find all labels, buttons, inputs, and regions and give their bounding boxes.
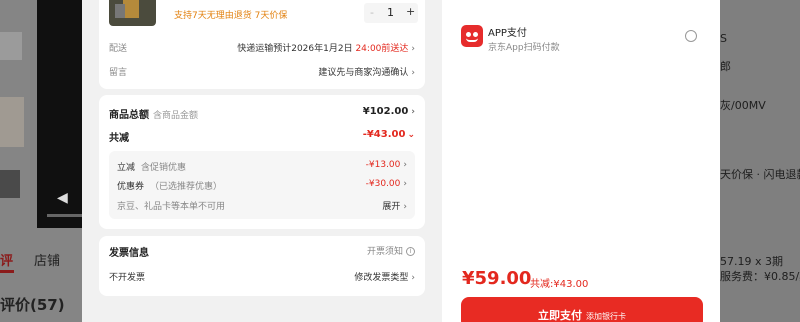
delivery-row[interactable]: 快递运输预计2026年1月2日 24:00前送达 › [237,41,415,54]
delivery-deadline: 24:00前送达 [355,44,409,54]
invoice-card: 发票信息 开票须知 i 不开发票 修改发票类型 › [99,236,425,296]
product-card: 支持7天无理由退货 7天价保 - 1 + 配送 快递运输预计2026年1月2日 … [99,0,425,89]
background-video: ◀ [37,0,82,228]
decrease-button[interactable]: - [370,6,374,19]
total-saved: 共减:¥43.00 [530,279,589,290]
coupon-sub: （已选推荐优惠） [150,182,223,192]
coupon-label: 优惠券 （已选推荐优惠） [117,179,222,192]
video-progress [47,214,82,217]
jd-app-icon [461,25,483,47]
order-sheet: 支持7天无理由退货 7天价保 - 1 + 配送 快递运输预计2026年1月2日 … [82,0,442,322]
chevron-right-icon: › [411,44,415,54]
payment-method-radio[interactable] [685,30,697,42]
tab-underline [0,270,14,273]
icon-shape [473,32,478,37]
coupon-title: 优惠券 [117,182,145,192]
modify-invoice-label: 修改发票类型 [354,273,409,283]
goods-total-label: 商品总额 含商品金额 [109,106,198,121]
unavailable-note: 京豆、礼品卡等本单不可用 [117,202,226,212]
coupon-value: -¥30.00 [365,179,401,189]
delivery-estimate: 快递运输预计2026年1月2日 [237,44,353,54]
product-thumbnail[interactable] [109,0,156,26]
instant-discount-label: 立减 含促销优惠 [117,160,186,173]
icon-shape [466,38,478,42]
payment-sheet: APP支付 京东App扫码付款 ¥59.00 共减:¥43.00 立即支付 添加银… [442,0,720,322]
info-icon: i [406,247,415,256]
instant-title: 立减 [117,163,136,173]
instant-value: -¥13.00 [365,160,401,170]
modify-invoice-button[interactable]: 修改发票类型 › [354,270,415,283]
background-text: 郎 [720,60,731,73]
chevron-right-icon: › [411,273,415,283]
delivery-label: 配送 [109,44,128,54]
total-price: ¥59.00 [462,268,532,289]
quantity-stepper: - 1 + [364,3,418,23]
message-label: 留言 [109,68,128,78]
discount-total-label: 共减 [109,133,129,144]
payment-method-sub: 京东App扫码付款 [488,43,560,53]
increase-button[interactable]: + [406,5,415,18]
pay-now-button[interactable]: 立即支付 添加银行卡 [461,297,703,322]
background-right: S 郎 灰/00MV 天价保 · 闪电退款 57.19 x 3期 服务费：¥0.… [720,0,800,322]
coupon-row[interactable]: -¥30.00 › [366,179,407,189]
pay-now-label: 立即支付 [538,309,582,322]
goods-total-value: ¥102.00 [362,106,409,117]
chevron-right-icon: › [403,179,407,189]
background-tabs: 评 店铺 [0,244,82,274]
tab-store: 店铺 [34,254,61,269]
message-value: 建议先与商家沟通确认 [318,68,409,78]
quantity-value[interactable]: 1 [387,6,394,19]
background-thumbnail [0,170,20,198]
chevron-right-icon: › [403,202,407,212]
background-text: 灰/00MV [720,99,766,112]
tab-reviews: 评 [0,254,14,269]
invoice-notice-label: 开票须知 [366,247,403,257]
discount-detail: 立减 含促销优惠 -¥13.00 › 优惠券 （已选推荐优惠） -¥30.00 › 京豆… [109,151,415,219]
invoice-current: 不开发票 [109,273,146,283]
background-text: 天价保 · 闪电退款 [720,168,800,181]
icon-shape [466,32,471,37]
expand-label: 展开 [382,202,401,212]
thumbnail-shape [123,0,139,18]
goods-total-row[interactable]: ¥102.00 › [363,106,415,117]
thumbnail-shape [115,4,125,18]
goods-total-title: 商品总额 [109,110,149,121]
expand-button[interactable]: 展开 › [382,199,407,212]
guarantee-text: 支持7天无理由退货 7天价保 [174,11,288,21]
discount-total-row[interactable]: -¥43.00 ⌄ [363,129,415,140]
invoice-title: 发票信息 [109,248,149,259]
invoice-notice[interactable]: 开票须知 i [367,244,415,257]
background-text: 57.19 x 3期 [720,255,783,268]
add-bank-card-label: 添加银行卡 [586,312,626,321]
reviews-heading: 评价(57) [0,296,65,314]
price-summary-card: 商品总额 含商品金额 ¥102.00 › 共减 -¥43.00 ⌄ 立减 含促销优惠 -… [99,95,425,229]
background-thumbnail [0,97,24,147]
instant-discount-row[interactable]: -¥13.00 › [366,160,407,170]
message-row[interactable]: 建议先与商家沟通确认 › [318,65,415,78]
chevron-down-icon: ⌄ [407,130,415,140]
background-text: S [720,32,727,45]
chevron-right-icon: › [411,68,415,78]
volume-icon: ◀ [57,190,68,206]
discount-total-value: -¥43.00 [362,129,406,140]
background-thumbnail [0,32,22,60]
chevron-right-icon: › [411,107,415,117]
background-text: 服务费：¥0.85/期 [720,270,800,283]
payment-method-title: APP支付 [488,28,527,39]
goods-total-sub: 含商品金额 [153,111,199,121]
instant-sub: 含促销优惠 [141,163,187,173]
chevron-right-icon: › [403,160,407,170]
